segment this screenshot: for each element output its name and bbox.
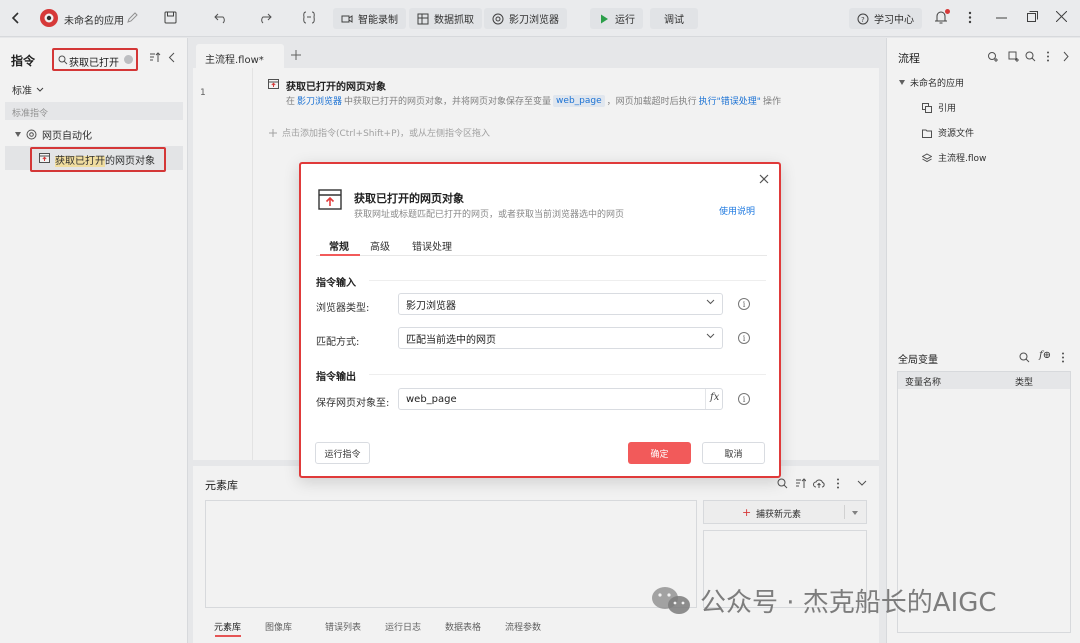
chevron-down-icon: [706, 333, 715, 339]
cancel-button[interactable]: 取消: [702, 442, 765, 464]
match-mode-select[interactable]: 匹配当前选中的网页: [398, 327, 723, 349]
tab-advanced[interactable]: 高级: [370, 238, 390, 253]
run-command-label: 运行指令: [324, 449, 361, 460]
command-dialog: 获取已打开的网页对象 获取网址或标题匹配已打开的网页，或者获取当前浏览器选中的网…: [299, 162, 781, 478]
webpage-object-icon: [318, 189, 342, 210]
section-divider: [369, 374, 766, 375]
save-variable-input[interactable]: web_page fx: [398, 388, 723, 410]
info-icon[interactable]: i: [738, 298, 750, 310]
section-divider: [369, 280, 766, 281]
dialog-title: 获取已打开的网页对象: [354, 192, 464, 205]
output-section-title: 指令输出: [316, 372, 356, 383]
browser-type-label: 浏览器类型:: [316, 303, 370, 314]
cancel-label: 取消: [724, 449, 743, 460]
info-icon[interactable]: i: [738, 332, 750, 344]
run-command-button[interactable]: 运行指令: [315, 442, 370, 464]
chevron-down-icon: [706, 299, 715, 305]
confirm-label: 确定: [650, 449, 669, 460]
input-section-title: 指令输入: [316, 278, 356, 289]
save-variable-value: web_page: [406, 393, 457, 405]
confirm-button[interactable]: 确定: [628, 442, 691, 464]
tab-general[interactable]: 常规: [329, 238, 349, 253]
info-icon[interactable]: i: [738, 393, 750, 405]
help-link[interactable]: 使用说明: [719, 204, 755, 217]
fx-icon[interactable]: fx: [710, 392, 719, 403]
dialog-subtitle: 获取网址或标题匹配已打开的网页，或者获取当前浏览器选中的网页: [354, 210, 625, 220]
tab-error-handling[interactable]: 错误处理: [412, 238, 452, 253]
browser-type-select[interactable]: 影刀浏览器: [398, 293, 723, 315]
match-mode-label: 匹配方式:: [316, 337, 360, 348]
input-divider: [705, 389, 706, 409]
match-mode-value: 匹配当前选中的网页: [406, 334, 496, 346]
save-to-label: 保存网页对象至:: [316, 398, 390, 409]
dialog-tabs: 常规 高级 错误处理: [316, 237, 767, 256]
close-dialog-icon[interactable]: [759, 174, 769, 184]
browser-type-value: 影刀浏览器: [406, 300, 456, 312]
active-tab-underline: [320, 254, 360, 256]
